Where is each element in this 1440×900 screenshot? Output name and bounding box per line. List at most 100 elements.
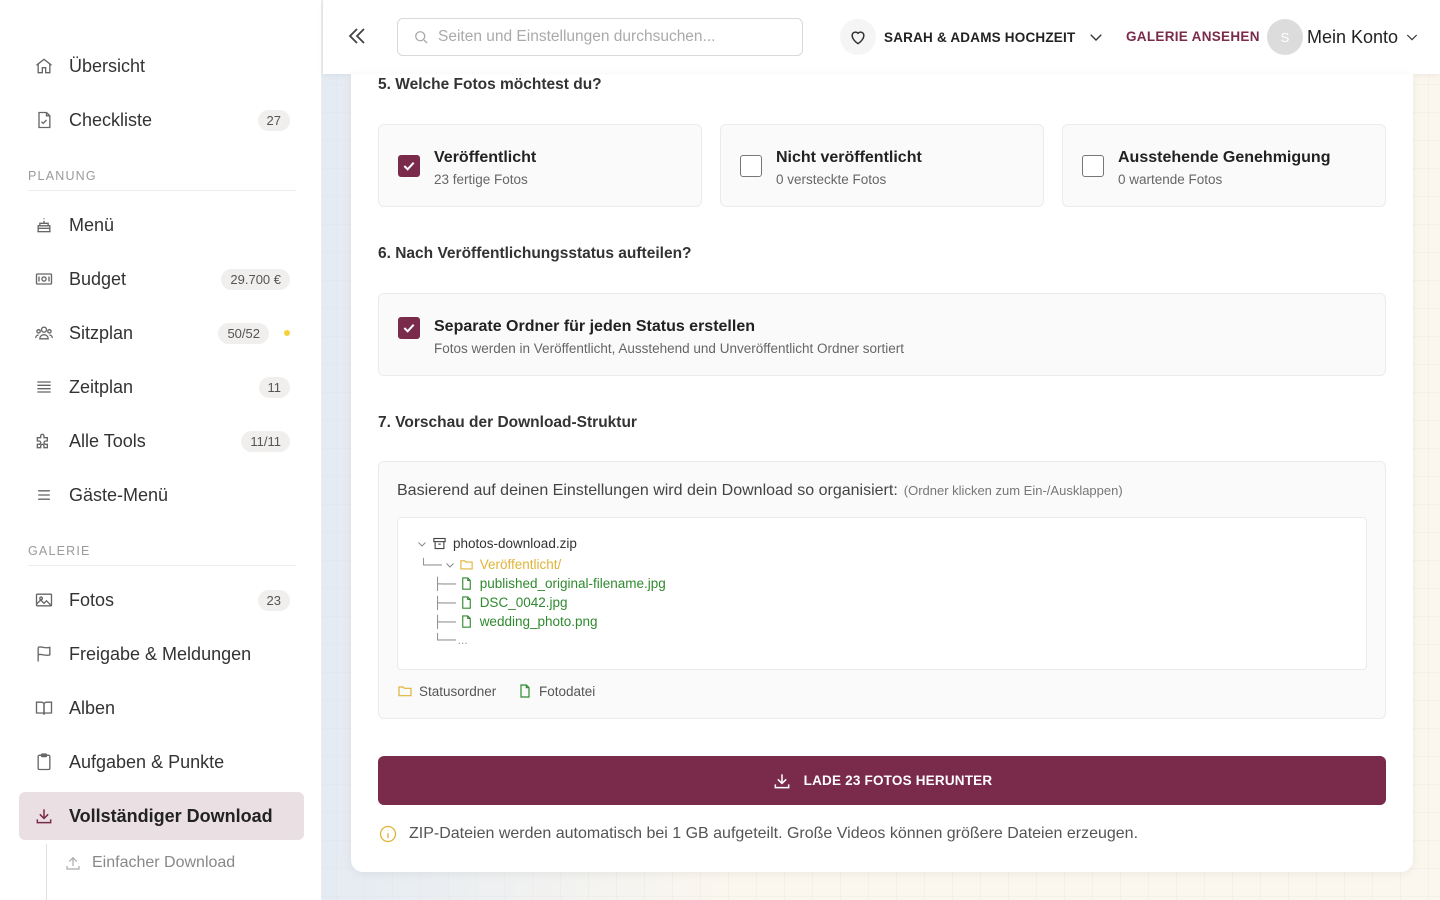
tree-file-label: DSC_0042.jpg: [479, 595, 568, 610]
sidebar-item-photos[interactable]: Fotos 23: [19, 576, 304, 624]
preview-hint: (Ordner klicken zum Ein-/Ausklappen): [903, 483, 1123, 498]
sidebar-item-label: Budget: [69, 268, 127, 289]
sidebar-subitem-simple-download[interactable]: Einfacher Download: [64, 854, 235, 872]
option-pending[interactable]: Ausstehende Genehmigung 0 wartende Fotos: [1062, 124, 1386, 207]
cake-icon: [33, 214, 55, 236]
divider: [28, 565, 296, 566]
tree-root[interactable]: photos-download.zip: [416, 536, 577, 551]
sidebar-item-full-download[interactable]: Vollständiger Download: [19, 792, 304, 840]
banknote-icon: [33, 268, 55, 290]
sidebar-item-budget[interactable]: Budget 29.700 €: [19, 255, 304, 303]
tree-file-label: published_original-filename.jpg: [479, 576, 666, 591]
option-unpublished[interactable]: Nicht veröffentlicht 0 versteckte Fotos: [720, 124, 1044, 207]
sidebar-item-overview[interactable]: Übersicht: [19, 42, 304, 90]
question-7-title: 7. Vorschau der Download-Struktur: [378, 414, 637, 431]
sidebar-item-guest-menu[interactable]: Gäste-Menü: [19, 471, 304, 519]
sidebar-item-label: Aufgaben & Punkte: [69, 751, 225, 772]
account-menu[interactable]: S Mein Konto: [1267, 19, 1420, 55]
sidebar-item-all-tools[interactable]: Alle Tools 11/11: [19, 417, 304, 465]
sidebar-item-menu[interactable]: Menü: [19, 201, 304, 249]
book-open-icon: [33, 697, 55, 719]
sidebar: Übersicht Checkliste 27 PLANUNG Menü Bud…: [0, 0, 322, 900]
count-badge: 23: [257, 590, 290, 611]
clipboard-icon: [33, 751, 55, 773]
option-title: Nicht veröffentlicht: [776, 149, 922, 166]
sidebar-item-label: Fotos: [69, 589, 115, 610]
tree-folder-published[interactable]: └── Veröffentlicht/: [420, 557, 561, 572]
file-icon: [461, 596, 471, 609]
collapse-sidebar-button[interactable]: [345, 24, 369, 50]
download-settings-card: 5. Welche Fotos möchtest du? Veröffentli…: [351, 74, 1413, 872]
published-checkbox[interactable]: [398, 155, 420, 177]
sidebar-item-label: Freigabe & Meldungen: [69, 643, 252, 664]
unpublished-checkbox[interactable]: [740, 155, 762, 177]
sidebar-item-checklist[interactable]: Checkliste 27: [19, 96, 304, 144]
sidebar-item-seating[interactable]: Sitzplan 50/52: [19, 309, 304, 357]
option-separate-folders[interactable]: Separate Ordner für jeden Status erstell…: [378, 293, 1386, 376]
option-title: Veröffentlicht: [434, 149, 537, 166]
status-dot: [284, 330, 290, 336]
sidebar-item-label: Sitzplan: [69, 322, 134, 343]
flag-icon: [33, 643, 55, 665]
legend-file-label: Fotodatei: [539, 683, 596, 699]
tree-folder-label: Veröffentlicht/: [479, 557, 562, 572]
tree-connector: ├──: [434, 595, 456, 610]
tree-more: └── ...: [434, 633, 468, 647]
search-box[interactable]: [397, 18, 803, 56]
info-text: ZIP-Dateien werden automatisch bei 1 GB …: [409, 825, 1139, 842]
check-icon: [403, 161, 415, 171]
legend-folder: Statusordner: [397, 683, 496, 699]
divider: [28, 190, 296, 191]
list-lines-icon: [33, 376, 55, 398]
option-subtitle: Fotos werden in Veröffentlicht, Ausstehe…: [434, 341, 905, 356]
folder-icon: [460, 560, 473, 570]
legend-folder-label: Statusordner: [419, 683, 497, 699]
download-photos-button[interactable]: LADE 23 FOTOS HERUNTER: [378, 756, 1386, 805]
sidebar-item-albums[interactable]: Alben: [19, 684, 304, 732]
avatar: S: [1267, 19, 1303, 55]
section-label-gallery: GALERIE: [28, 544, 91, 558]
heart-icon: [840, 19, 876, 55]
chevron-down-icon: [1406, 34, 1418, 41]
separate-folders-checkbox[interactable]: [398, 317, 420, 339]
search-input[interactable]: [438, 28, 778, 46]
document-check-icon: [33, 109, 55, 131]
count-badge: 27: [257, 110, 290, 131]
tree-more-label: ...: [457, 633, 468, 647]
double-chevron-left-icon: [348, 28, 365, 44]
option-published[interactable]: Veröffentlicht 23 fertige Fotos: [378, 124, 702, 207]
tree-file-label: wedding_photo.png: [479, 614, 598, 629]
count-badge: 11: [258, 377, 290, 398]
info-icon: [379, 825, 397, 843]
sidebar-item-schedule[interactable]: Zeitplan 11: [19, 363, 304, 411]
download-button-label: LADE 23 FOTOS HERUNTER: [803, 773, 993, 788]
sidebar-item-label: Checkliste: [69, 109, 153, 130]
tree-connector: ├──: [434, 576, 456, 591]
sidebar-item-tasks[interactable]: Aufgaben & Punkte: [19, 738, 304, 786]
puzzle-icon: [33, 430, 55, 452]
home-icon: [33, 55, 55, 77]
sidebar-item-sharing[interactable]: Freigabe & Meldungen: [19, 630, 304, 678]
top-header: SARAH & ADAMS HOCHZEIT GALERIE ANSEHEN S…: [323, 0, 1440, 74]
folder-icon: [398, 686, 412, 697]
question-5-title: 5. Welche Fotos möchtest du?: [378, 76, 602, 93]
pending-checkbox[interactable]: [1082, 155, 1104, 177]
tree-connector: └──: [434, 633, 456, 647]
sidebar-item-label: Zeitplan: [69, 376, 134, 397]
option-subtitle: 0 wartende Fotos: [1118, 172, 1223, 187]
sidebar-item-label: Gäste-Menü: [69, 484, 169, 505]
question-6-title: 6. Nach Veröffentlichungsstatus aufteile…: [378, 245, 692, 262]
preview-intro: Basierend auf deinen Einstellungen wird …: [397, 482, 1123, 500]
option-subtitle: 0 versteckte Fotos: [776, 172, 887, 187]
search-icon: [415, 31, 428, 44]
sidebar-item-label: Vollständiger Download: [69, 805, 273, 826]
file-icon: [520, 684, 530, 698]
menu-icon: [33, 484, 55, 506]
tree-file: ├── DSC_0042.jpg: [434, 595, 568, 610]
tree-root-label: photos-download.zip: [453, 536, 577, 551]
upload-icon: [66, 856, 80, 870]
sidebar-item-label: Menü: [69, 214, 115, 235]
image-icon: [33, 589, 55, 611]
view-gallery-link[interactable]: GALERIE ANSEHEN: [1126, 29, 1260, 44]
wedding-selector[interactable]: SARAH & ADAMS HOCHZEIT: [840, 19, 1105, 55]
